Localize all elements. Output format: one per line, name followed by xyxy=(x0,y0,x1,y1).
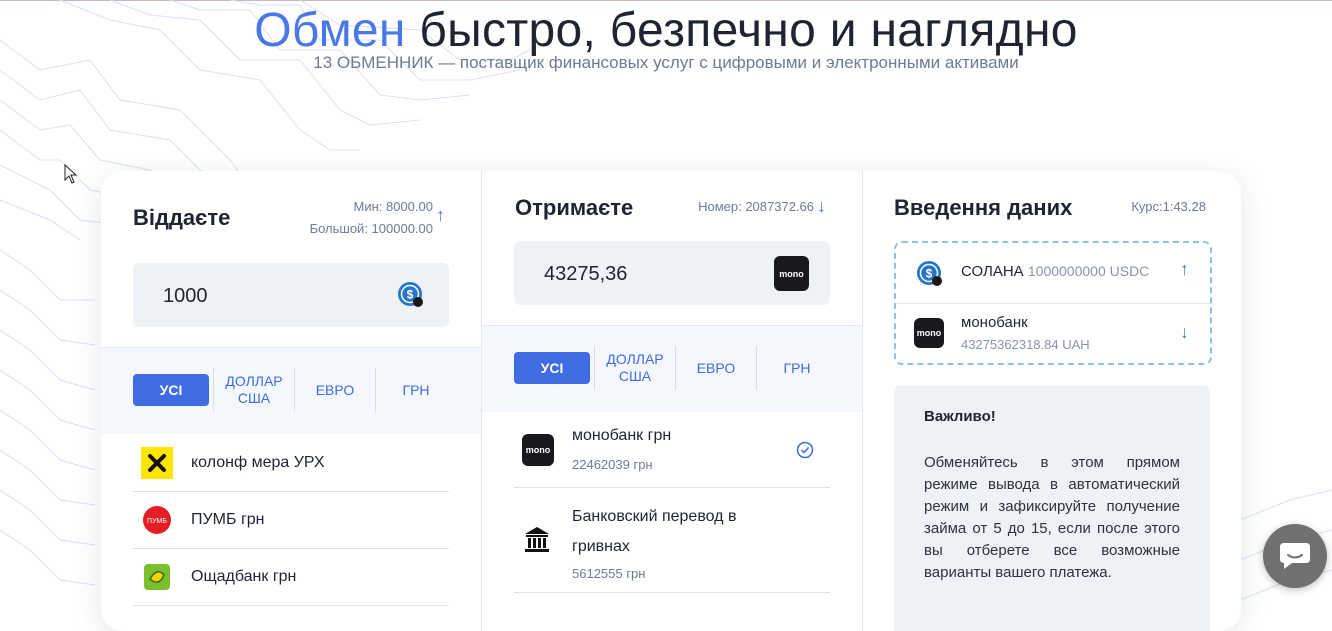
title-rest: быстро, безпечно и наглядно xyxy=(405,4,1078,57)
list-item[interactable]: ПУМБ ПУМБ грн xyxy=(133,492,449,549)
arrow-down-icon: ↓ xyxy=(817,196,826,216)
min-limit: Мин: 8000.00 xyxy=(353,199,434,214)
give-filter-bar: УСІ ДОЛЛАР США ЕВРО ГРН xyxy=(101,347,481,434)
svg-text:ПУМБ: ПУМБ xyxy=(147,518,167,525)
monobank-icon: mono xyxy=(914,318,944,348)
give-title: Віддаєте xyxy=(133,205,231,230)
bank-name: монобанк грн xyxy=(572,427,672,444)
svg-text:$: $ xyxy=(926,267,933,281)
usdc-coin-icon: $ xyxy=(917,261,942,286)
raiffeisen-icon xyxy=(141,447,173,479)
to-amount: 43275362318.84 UAH xyxy=(961,337,1090,352)
tab-eur[interactable]: ЕВРО xyxy=(675,346,756,390)
give-bank-list: колонф мера УРХ ПУМБ ПУМБ грн Ощадбанк г… xyxy=(133,435,449,606)
from-name: СОЛАНА xyxy=(961,263,1024,280)
details-column: Введення даних Курс:1:43.28 $ СОЛАНА 100… xyxy=(862,171,1241,631)
give-amount-box: $ xyxy=(133,263,449,329)
bank-reserve: 22462039 грн xyxy=(572,457,653,472)
summary-from: $ СОЛАНА 1000000000 USDC ↑ xyxy=(896,243,1210,303)
bank-reserve: 5612555 грн xyxy=(572,566,646,581)
receive-bank-list: mono монобанк грн 22462039 грн Банковски… xyxy=(514,413,830,593)
notice-text: Обменяйтесь в этом прямом режиме вывода … xyxy=(924,454,1180,581)
monobank-icon: mono xyxy=(774,256,809,291)
bank-name: Ощадбанк грн xyxy=(191,568,297,585)
to-name: монобанк xyxy=(961,314,1028,331)
arrow-up-icon: ↑ xyxy=(1180,259,1189,279)
top-divider xyxy=(0,0,1332,1)
list-item[interactable]: Банковский перевод в гривнах 5612555 грн xyxy=(514,488,830,593)
receive-filter-tabs: УСІ ДОЛЛАР США ЕВРО ГРН xyxy=(514,346,837,390)
usdc-coin-icon: $ xyxy=(398,282,423,307)
from-amount: 1000000000 USDC xyxy=(1027,263,1150,279)
bank-name: колонф мера УРХ xyxy=(191,454,325,471)
arrow-up-icon: ↑ xyxy=(436,205,445,225)
hero: Обмен быстро, безпечно и наглядно 13 ОБМ… xyxy=(0,2,1332,74)
title-accent: Обмен xyxy=(254,4,406,57)
list-item[interactable]: mono монобанк грн 22462039 грн xyxy=(514,413,830,488)
give-amount-input[interactable] xyxy=(133,263,385,329)
give-filter-tabs: УСІ ДОЛЛАР США ЕВРО ГРН xyxy=(133,368,456,412)
tab-uah[interactable]: ГРН xyxy=(375,368,456,412)
check-circle-icon xyxy=(796,441,814,459)
exchange-summary: $ СОЛАНА 1000000000 USDC ↑ mono монобанк… xyxy=(894,241,1212,365)
receive-amount-box: mono xyxy=(514,241,830,307)
arrow-down-icon: ↓ xyxy=(1180,322,1189,342)
bank-name: Банковский перевод в гривнах xyxy=(572,508,737,555)
bank-building-icon xyxy=(525,527,549,552)
oschadbank-icon xyxy=(144,564,170,590)
svg-text:$: $ xyxy=(407,288,414,302)
monobank-icon: mono xyxy=(522,434,554,466)
important-notice: Важливо! Обменяйтесь в этом прямом режим… xyxy=(894,386,1210,631)
tab-eur[interactable]: ЕВРО xyxy=(294,368,375,412)
pumb-icon: ПУМБ xyxy=(143,506,171,534)
max-limit: Большой: 100000.00 xyxy=(309,221,433,236)
exchange-card: Віддаєте Мин: 8000.00 Большой: 100000.00… xyxy=(101,171,1241,631)
exchange-rate: Курс:1:43.28 xyxy=(1131,199,1206,214)
give-column: Віддаєте Мин: 8000.00 Большой: 100000.00… xyxy=(101,171,481,631)
bank-name: ПУМБ грн xyxy=(191,511,265,528)
tab-all[interactable]: УСІ xyxy=(133,374,209,406)
receive-amount-input[interactable] xyxy=(514,241,766,307)
receive-filter-bar: УСІ ДОЛЛАР США ЕВРО ГРН xyxy=(482,325,862,412)
receive-title: Отримаєте xyxy=(515,195,634,220)
chat-bubble-icon xyxy=(1280,543,1310,569)
give-limits: Мин: 8000.00 Большой: 100000.00 xyxy=(310,196,433,240)
list-item[interactable]: Ощадбанк грн xyxy=(133,549,449,606)
tab-uah[interactable]: ГРН xyxy=(756,346,837,390)
details-title: Введення даних xyxy=(894,195,1073,220)
chat-button[interactable] xyxy=(1263,524,1327,588)
receive-reserve: Номер: 2087372.66 xyxy=(698,199,814,214)
receive-column: Отримаєте Номер: 2087372.66 ↓ mono УСІ Д… xyxy=(481,171,863,631)
page-subtitle: 13 ОБМЕННИК — поставщик финансовых услуг… xyxy=(313,53,1019,72)
notice-title: Важливо! xyxy=(924,408,996,425)
tab-usd[interactable]: ДОЛЛАР США xyxy=(594,346,675,390)
tab-all[interactable]: УСІ xyxy=(514,352,590,384)
tab-usd[interactable]: ДОЛЛАР США xyxy=(213,368,294,412)
mouse-cursor-icon xyxy=(64,164,78,184)
list-item[interactable]: колонф мера УРХ xyxy=(133,435,449,492)
summary-to: mono монобанк 43275362318.84 UAH ↓ xyxy=(896,303,1210,364)
